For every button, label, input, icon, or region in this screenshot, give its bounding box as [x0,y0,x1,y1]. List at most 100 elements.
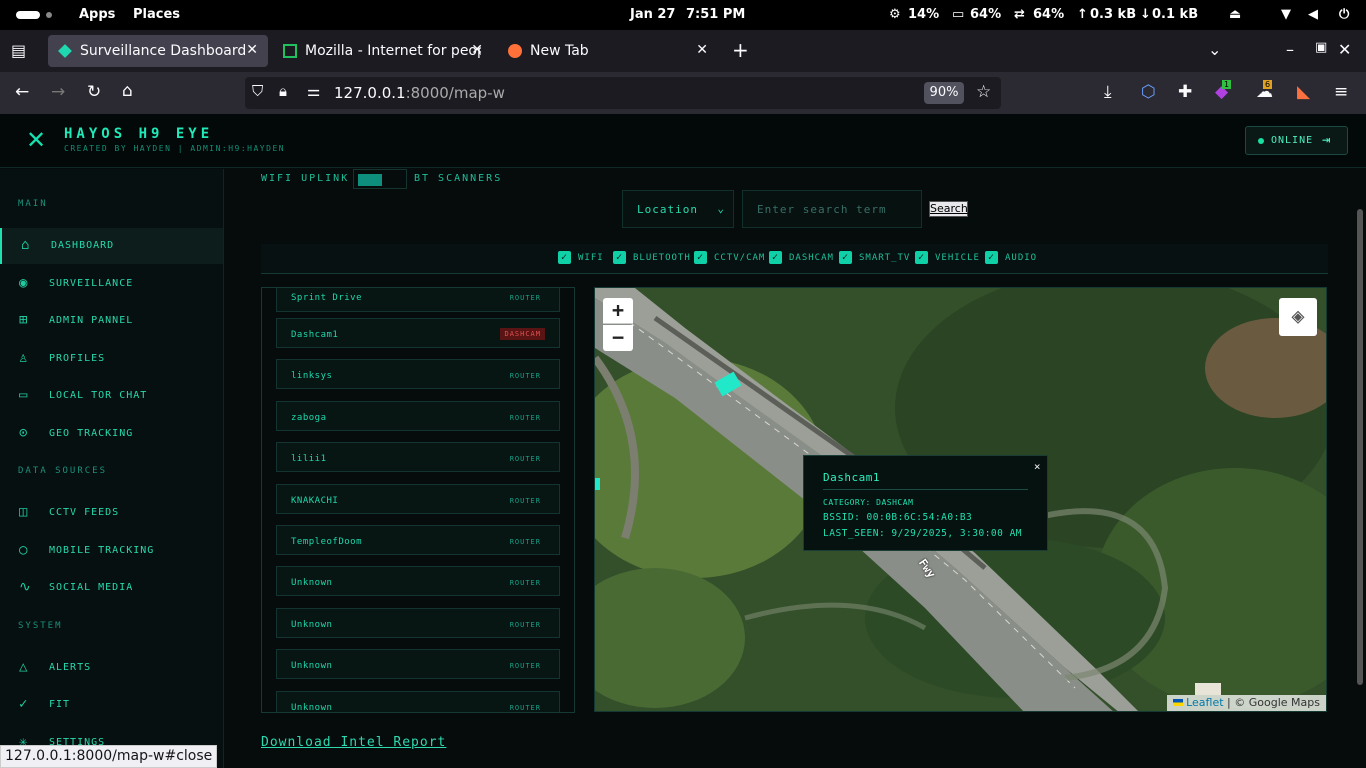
wifi-uplink-meter [353,169,407,189]
extension-cube-icon[interactable]: ⬡ [1141,82,1156,102]
search-button[interactable]: Search [929,201,968,217]
sidebar-item-fit[interactable]: ✓ FIT [0,687,223,723]
reload-icon[interactable]: ↻ [87,82,101,102]
clock-time[interactable]: 7:51 PM [686,7,745,22]
window-close-icon[interactable]: ✕ [1338,40,1351,59]
list-item[interactable]: Unknown ROUTER [276,566,560,596]
sidebar-item-geo-tracking[interactable]: ⊙ GEO TRACKING [0,416,223,452]
checkbox-icon[interactable]: ✓ [613,251,626,264]
zoom-in-button[interactable]: + [603,298,633,324]
sidebar-item-surveillance[interactable]: ◉ SURVEILLANCE [0,266,223,302]
wifi-icon[interactable]: ▼ [1281,7,1291,22]
close-icon[interactable]: ✕ [471,42,483,58]
filter-vehicle[interactable]: ✓ VEHICLE [915,251,980,265]
filter-bluetooth[interactable]: ✓ BLUETOOTH [613,251,691,265]
checkbox-icon[interactable]: ✓ [985,251,998,264]
location-select[interactable]: Location ⌄ [622,190,734,228]
download-rate: 0.1 kB [1152,7,1199,22]
zoom-level[interactable]: 90% [924,82,964,104]
map-view[interactable]: Fwy + − ◈ × Dashcam1 CATEGORY: DASHCAM B… [594,287,1327,712]
filter-wifi[interactable]: ✓ WIFI [558,251,604,265]
checkbox-icon[interactable]: ✓ [558,251,571,264]
extensions-puzzle-icon[interactable]: ✚ [1178,82,1192,102]
sidebar-item-dashboard[interactable]: ⌂ DASHBOARD [0,228,223,264]
device-type-badge: ROUTER [509,497,541,505]
list-item[interactable]: Unknown ROUTER [276,691,560,712]
forward-icon[interactable]: → [51,82,65,102]
sidebar-item-mobile-tracking[interactable]: ○ MOBILE TRACKING [0,533,223,569]
tab-mozilla[interactable]: Mozilla - Internet for peop ✕ [273,35,493,67]
filter-smart-tv[interactable]: ✓ SMART_TV [839,251,910,265]
volume-icon[interactable]: ◀ [1308,7,1318,22]
sidebar-item-cctv-feeds[interactable]: ◫ CCTV FEEDS [0,495,223,531]
close-icon[interactable]: × [1034,460,1041,473]
list-item[interactable]: Sprint Drive ROUTER [276,288,560,312]
maximize-icon[interactable]: ▣ [1315,40,1327,55]
logout-icon[interactable]: ⇥ [1322,132,1330,148]
checkbox-icon[interactable]: ✓ [694,251,707,264]
layers-icon[interactable]: ◈ [1279,298,1317,336]
list-item[interactable]: Unknown ROUTER [276,649,560,679]
list-item[interactable]: KNAKACHI ROUTER [276,484,560,514]
minimize-icon[interactable]: – [1286,40,1294,59]
power-icon[interactable]: ⏻ [1339,7,1349,22]
new-tab-button[interactable]: + [732,38,749,62]
permissions-icon[interactable]: ⚌ [307,82,320,100]
checkbox-icon[interactable]: ✓ [769,251,782,264]
search-icon: ○ [19,542,29,558]
map-popup: × Dashcam1 CATEGORY: DASHCAM BSSID: 00:0… [803,455,1048,551]
page-scrollbar[interactable] [1354,169,1366,768]
url-bar[interactable]: ⛉ 🔒︎ ⚌ 127.0.0.1:8000/map-w 90% ☆ [245,77,1001,109]
memory-icon: ▭ [952,7,965,22]
pulse-icon: ∿ [19,579,32,595]
list-item[interactable]: Unknown ROUTER [276,608,560,638]
sidebar-item-social-media[interactable]: ∿ SOCIAL MEDIA [0,570,223,606]
places-menu[interactable]: Places [133,7,180,22]
clock-date[interactable]: Jan 27 [630,7,675,22]
leaflet-link[interactable]: Leaflet [1186,696,1223,709]
checkbox-icon[interactable]: ✓ [839,251,852,264]
tab-surveillance-dashboard[interactable]: Surveillance Dashboard ✕ [48,35,268,67]
checkbox-icon[interactable]: ✓ [915,251,928,264]
sidebar-item-local-tor-chat[interactable]: ▭ LOCAL TOR CHAT [0,378,223,414]
back-icon[interactable]: ← [15,82,29,102]
apps-menu[interactable]: Apps [79,7,115,22]
chevron-down-icon[interactable]: ⌄ [1208,40,1221,59]
scrollbar-thumb[interactable] [1357,209,1363,685]
tab-new-tab[interactable]: New Tab ✕ [498,35,718,67]
sidebar-item-admin-pannel[interactable]: ⊞ ADMIN PANNEL [0,303,223,339]
device-name: Unknown [291,578,333,588]
sidebar-item-profiles[interactable]: ♙ PROFILES [0,341,223,377]
system-top-bar: Apps Places Jan 27 7:51 PM ⚙ 14% ▭ 64% ⇄… [0,0,1366,30]
status-badge[interactable]: ONLINE ⇥ [1245,126,1348,155]
filter-dashcam[interactable]: ✓ DASHCAM [769,251,834,265]
filter-cctv-cam[interactable]: ✓ CCTV/CAM [694,251,765,265]
activities-indicator[interactable] [16,11,40,19]
list-item[interactable]: Dashcam1 DASHCAM [276,318,560,348]
lock-icon[interactable]: 🔒︎ [279,82,287,100]
filter-label: AUDIO [1005,253,1038,263]
section-data-sources: DATA SOURCES [18,466,108,476]
search-input[interactable]: Enter search term [742,190,922,228]
download-intel-report-link[interactable]: Download Intel Report [261,735,446,750]
filter-audio[interactable]: ✓ AUDIO [985,251,1037,265]
tab-overview-icon[interactable]: ▤ [11,41,26,60]
list-item[interactable]: TempleofDoom ROUTER [276,525,560,555]
url-text[interactable]: 127.0.0.1:8000/map-w [334,84,505,102]
list-item[interactable]: lilii1 ROUTER [276,442,560,472]
list-item[interactable]: linksys ROUTER [276,359,560,389]
downloads-icon[interactable]: ⤓ [1104,82,1112,102]
list-item[interactable]: zaboga ROUTER [276,401,560,431]
home-icon[interactable]: ⌂ [122,81,133,101]
eject-icon[interactable]: ⏏ [1229,7,1241,22]
menu-icon[interactable]: ≡ [1334,82,1348,102]
extension-flag-icon[interactable]: ◣ [1297,82,1310,102]
sidebar-item-alerts[interactable]: △ ALERTS [0,650,223,686]
close-icon[interactable]: ✕ [696,42,708,58]
browser-navigation-bar: ← → ↻ ⌂ ⛉ 🔒︎ ⚌ 127.0.0.1:8000/map-w 90% … [0,72,1366,114]
shield-icon[interactable]: ⛉ [252,82,263,100]
zoom-out-button[interactable]: − [603,325,633,351]
close-icon[interactable]: ✕ [246,42,258,58]
bookmark-star-icon[interactable]: ☆ [976,82,991,102]
device-name: lilii1 [291,454,327,464]
